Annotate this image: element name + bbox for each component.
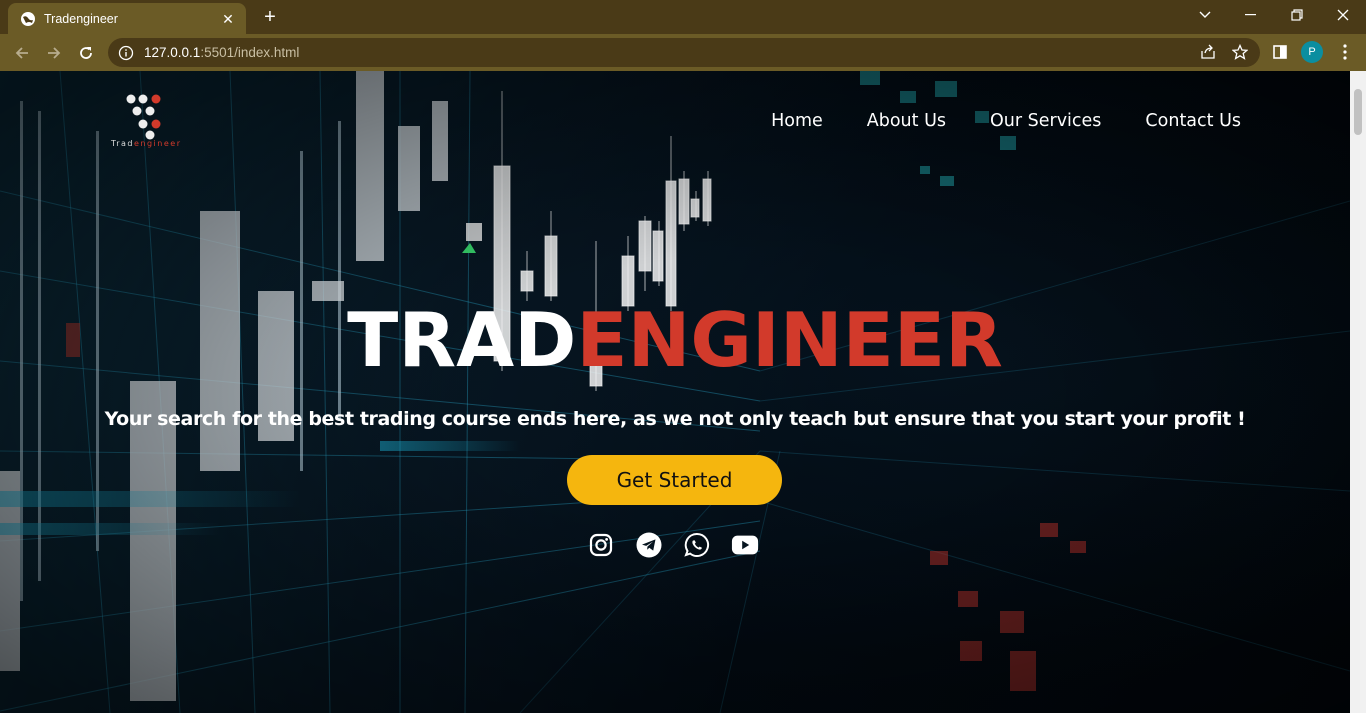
nav-contact-us[interactable]: Contact Us: [1145, 111, 1241, 131]
profile-avatar[interactable]: P: [1301, 41, 1323, 63]
side-panel-icon[interactable]: [1266, 38, 1294, 66]
url-path: :5501/index.html: [200, 45, 300, 60]
youtube-icon[interactable]: [731, 531, 759, 559]
page-viewport: Tradengineer Home About Us Our Services …: [0, 71, 1350, 713]
nav-about-us[interactable]: About Us: [867, 111, 946, 131]
instagram-icon[interactable]: [587, 531, 615, 559]
hero-title-white: TRAD: [347, 296, 577, 384]
whatsapp-icon[interactable]: [683, 531, 711, 559]
menu-kebab-icon[interactable]: [1331, 38, 1359, 66]
get-started-button[interactable]: Get Started: [567, 455, 782, 505]
tab-title: Tradengineer: [44, 11, 118, 26]
restore-icon[interactable]: [1274, 0, 1320, 30]
close-tab-icon[interactable]: ✕: [220, 11, 236, 27]
main-nav: Home About Us Our Services Contact Us: [771, 111, 1241, 131]
trading-background-image: [0, 71, 1350, 713]
forward-icon[interactable]: [40, 39, 68, 67]
social-links: [587, 531, 759, 559]
nav-home[interactable]: Home: [771, 111, 823, 131]
back-icon[interactable]: [8, 39, 36, 67]
scrollbar-thumb[interactable]: [1354, 89, 1362, 135]
browser-toolbar: 127.0.0.1 :5501/index.html: [0, 34, 1366, 71]
logo-wordmark: Tradengineer: [111, 139, 182, 148]
reload-icon[interactable]: [72, 39, 100, 67]
minimize-icon[interactable]: [1228, 0, 1274, 30]
share-icon[interactable]: [1194, 38, 1222, 66]
browser-tab-strip: Tradengineer ✕ +: [0, 0, 1366, 34]
tab-search-icon[interactable]: [1182, 0, 1228, 30]
site-info-icon[interactable]: [118, 45, 134, 61]
page-scrollbar[interactable]: [1350, 71, 1366, 713]
new-tab-icon[interactable]: +: [258, 6, 282, 28]
close-window-icon[interactable]: [1320, 0, 1366, 30]
hero-title: TRADENGINEER: [0, 303, 1350, 378]
bookmark-star-icon[interactable]: [1226, 38, 1254, 66]
nav-our-services[interactable]: Our Services: [990, 111, 1101, 131]
browser-tab[interactable]: Tradengineer ✕: [8, 3, 246, 34]
hero-title-red: ENGINEER: [576, 296, 1003, 384]
telegram-icon[interactable]: [635, 531, 663, 559]
url-host: 127.0.0.1: [144, 45, 201, 60]
hero-tagline: Your search for the best trading course …: [104, 408, 1246, 430]
globe-icon: [21, 11, 35, 26]
address-bar[interactable]: 127.0.0.1 :5501/index.html: [108, 38, 1260, 67]
